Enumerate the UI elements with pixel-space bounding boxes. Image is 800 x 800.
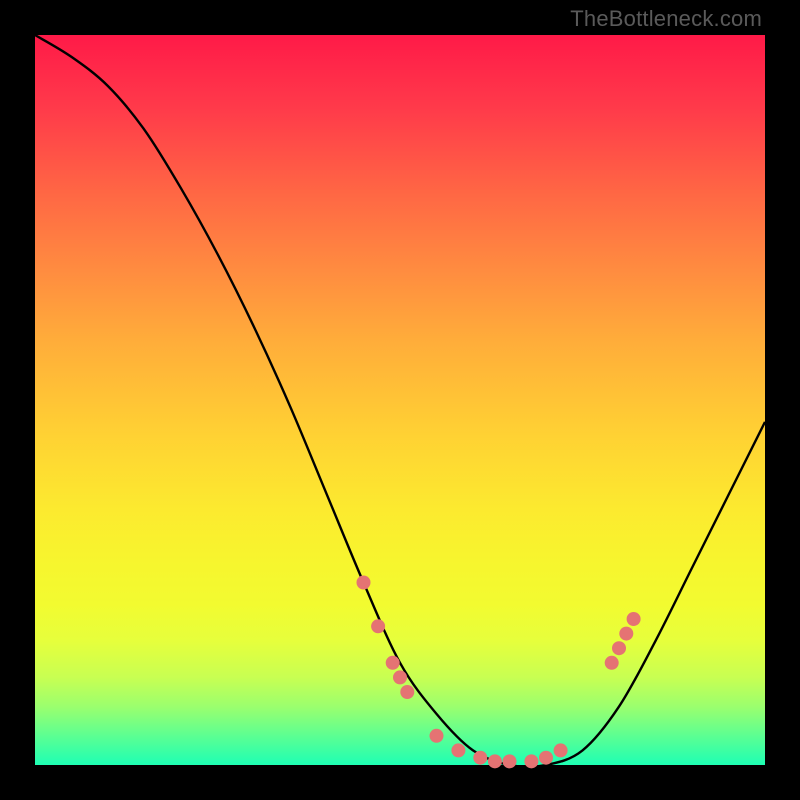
scatter-point <box>619 627 633 641</box>
scatter-point <box>400 685 414 699</box>
scatter-point <box>554 743 568 757</box>
chart-frame <box>35 35 765 765</box>
scatter-point <box>357 576 371 590</box>
scatter-point <box>451 743 465 757</box>
scatter-point <box>539 751 553 765</box>
scatter-point <box>393 670 407 684</box>
scatter-point <box>371 619 385 633</box>
scatter-points <box>357 576 641 769</box>
scatter-point <box>605 656 619 670</box>
scatter-point <box>627 612 641 626</box>
scatter-point <box>473 751 487 765</box>
watermark-text: TheBottleneck.com <box>570 6 762 32</box>
scatter-point <box>386 656 400 670</box>
scatter-point <box>524 754 538 768</box>
scatter-point <box>488 754 502 768</box>
scatter-point <box>430 729 444 743</box>
chart-svg <box>35 35 765 765</box>
scatter-point <box>503 754 517 768</box>
scatter-point <box>612 641 626 655</box>
bottleneck-curve <box>35 35 765 767</box>
